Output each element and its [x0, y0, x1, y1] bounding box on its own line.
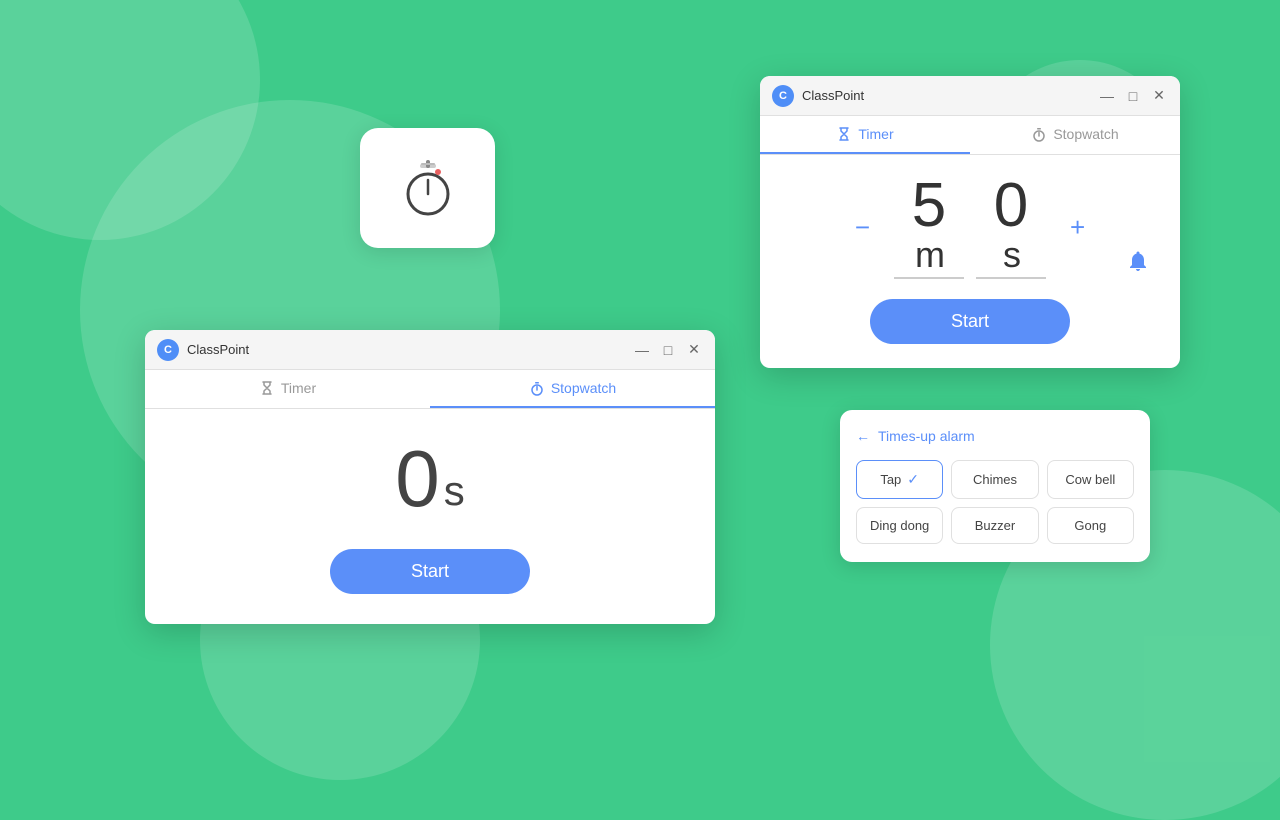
- stopwatch-window-controls: — □ ✕: [633, 341, 703, 359]
- timer-minutes-group: 5 m: [894, 175, 964, 279]
- timer-close-button[interactable]: ✕: [1150, 87, 1168, 105]
- alarm-option-cowbell[interactable]: Cow bell: [1047, 460, 1134, 499]
- stopwatch-tab-icon: [1031, 126, 1047, 142]
- stopwatch-main-content: 0 s Start: [145, 409, 715, 624]
- timer-titlebar: C ClassPoint — □ ✕: [760, 76, 1180, 116]
- stopwatch-time-display: 0 s: [395, 433, 465, 525]
- alarm-chimes-label: Chimes: [973, 472, 1017, 487]
- stopwatch-seconds: 0: [395, 433, 440, 525]
- alarm-back-button[interactable]: ← Times-up alarm: [856, 428, 1134, 444]
- timer-title-left: C ClassPoint: [772, 85, 864, 107]
- alarm-panel: ← Times-up alarm Tap ✓ Chimes Cow bell D…: [840, 410, 1150, 562]
- timer-increase-button[interactable]: +: [1062, 204, 1093, 251]
- timer-seconds: 0: [994, 175, 1028, 237]
- timer-window: C ClassPoint — □ ✕ Timer Stopwatch −: [760, 76, 1180, 368]
- alarm-option-tap[interactable]: Tap ✓: [856, 460, 943, 499]
- stopwatch-classpoint-logo: C: [157, 339, 179, 361]
- timer-window-tabs: Timer Stopwatch: [760, 116, 1180, 155]
- stopwatch-start-button[interactable]: Start: [330, 549, 530, 594]
- timer-icon-card: [360, 128, 495, 248]
- timer-window-controls: — □ ✕: [1098, 87, 1168, 105]
- tab-sw-timer-label: Timer: [281, 380, 316, 396]
- stopwatch-window-title: ClassPoint: [187, 342, 249, 357]
- tab-timer-label: Timer: [858, 126, 893, 142]
- alarm-option-chimes[interactable]: Chimes: [951, 460, 1038, 499]
- alarm-tap-label: Tap: [880, 472, 901, 487]
- classpoint-logo: C: [772, 85, 794, 107]
- stopwatch-seconds-unit: s: [444, 467, 465, 515]
- stopwatch-window-tabs: Timer Stopwatch: [145, 370, 715, 409]
- timer-display: − 5 m 0 s +: [790, 175, 1150, 279]
- timer-minimize-button[interactable]: —: [1098, 87, 1116, 105]
- alarm-cowbell-label: Cow bell: [1065, 472, 1115, 487]
- alarm-option-buzzer[interactable]: Buzzer: [951, 507, 1038, 544]
- alarm-tap-check: ✓: [907, 471, 919, 488]
- tab-stopwatch-label: Stopwatch: [1053, 126, 1118, 142]
- back-arrow-icon: ←: [856, 428, 870, 444]
- alarm-gong-label: Gong: [1074, 518, 1106, 533]
- alarm-option-gong[interactable]: Gong: [1047, 507, 1134, 544]
- stopwatch-close-button[interactable]: ✕: [685, 341, 703, 359]
- timer-maximize-button[interactable]: □: [1124, 87, 1142, 105]
- timer-seconds-group: 0 s: [976, 175, 1046, 279]
- timer-start-button[interactable]: Start: [870, 299, 1070, 344]
- stopwatch-tab-icon-sw: [529, 380, 545, 396]
- alarm-option-dingdong[interactable]: Ding dong: [856, 507, 943, 544]
- alarm-title: Times-up alarm: [878, 428, 975, 444]
- timer-window-title: ClassPoint: [802, 88, 864, 103]
- stopwatch-titlebar: C ClassPoint — □ ✕: [145, 330, 715, 370]
- stopwatch-minimize-button[interactable]: —: [633, 341, 651, 359]
- alarm-bell-button[interactable]: [1126, 249, 1150, 279]
- tab-timer-timer[interactable]: Timer: [760, 116, 970, 154]
- stopwatch-maximize-button[interactable]: □: [659, 341, 677, 359]
- hourglass-icon: [836, 126, 852, 142]
- timer-main-content: − 5 m 0 s + Start: [760, 155, 1180, 368]
- alarm-options-grid: Tap ✓ Chimes Cow bell Ding dong Buzzer G…: [856, 460, 1134, 544]
- stopwatch-title-left: C ClassPoint: [157, 339, 249, 361]
- alarm-buzzer-label: Buzzer: [975, 518, 1015, 533]
- hourglass-icon-sw: [259, 380, 275, 396]
- timer-seconds-unit: s: [1003, 237, 1021, 273]
- alarm-dingdong-label: Ding dong: [870, 518, 929, 533]
- stopwatch-icon: [396, 156, 460, 220]
- tab-timer-stopwatch[interactable]: Stopwatch: [970, 116, 1180, 154]
- stopwatch-window: C ClassPoint — □ ✕ Timer Stopwatch 0: [145, 330, 715, 624]
- timer-decrease-button[interactable]: −: [847, 204, 878, 251]
- tab-sw-stopwatch-label: Stopwatch: [551, 380, 616, 396]
- timer-minutes: 5: [912, 175, 946, 237]
- tab-sw-timer[interactable]: Timer: [145, 370, 430, 408]
- timer-minutes-unit: m: [915, 237, 945, 273]
- tab-sw-stopwatch[interactable]: Stopwatch: [430, 370, 715, 408]
